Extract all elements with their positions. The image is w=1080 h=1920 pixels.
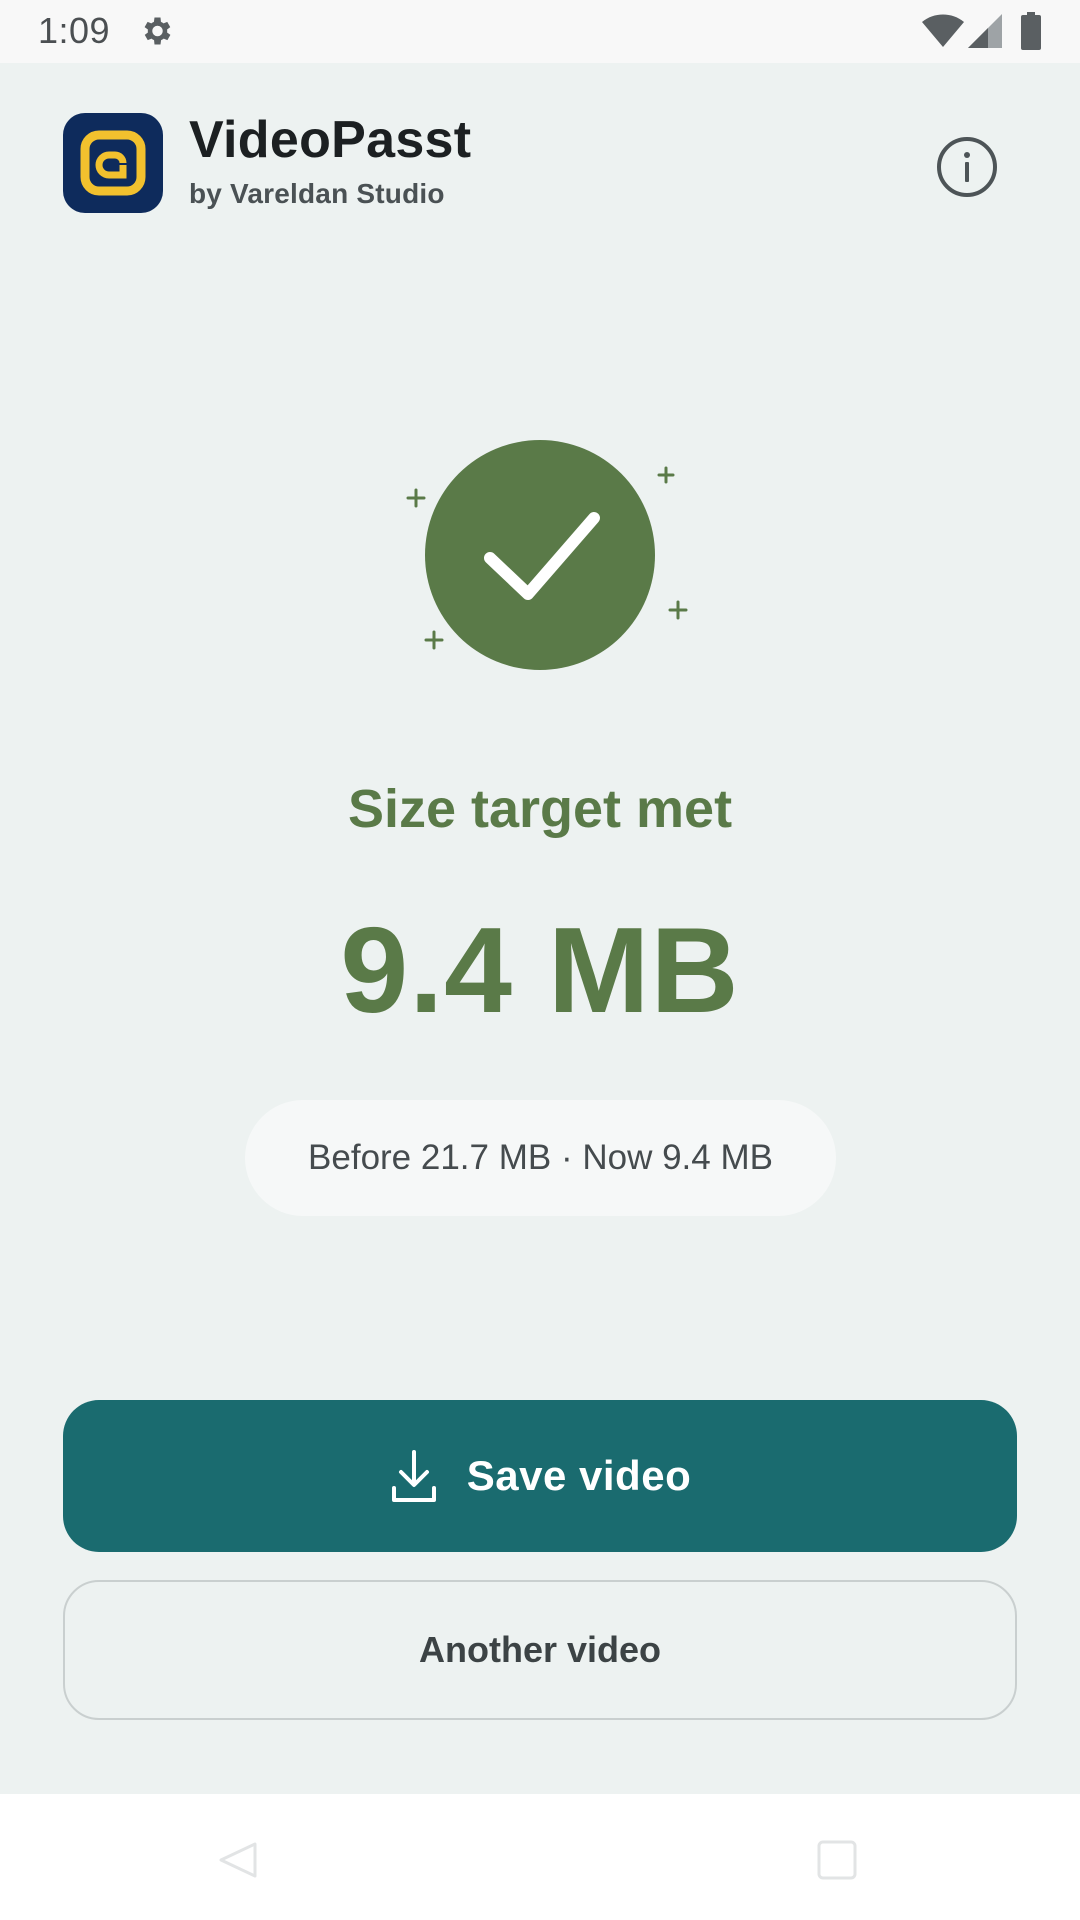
- status-time: 1:09: [38, 10, 111, 51]
- app-title: VideoPasst: [189, 111, 472, 169]
- navigation-bar: [0, 1794, 1080, 1920]
- signal-icon: [968, 14, 1002, 48]
- result-size: 9.4 MB: [340, 902, 740, 1038]
- app-logo-icon: [80, 130, 146, 196]
- another-video-label: Another video: [418, 1629, 661, 1670]
- gear-icon: [144, 17, 171, 45]
- info-button[interactable]: [928, 128, 1006, 206]
- result-title: Size target met: [347, 779, 733, 839]
- another-video-button[interactable]: Another video: [63, 1580, 1017, 1720]
- save-video-label: Save video: [466, 1452, 692, 1499]
- status-bar: 1:09: [0, 0, 1080, 63]
- wifi-icon: [922, 14, 964, 47]
- check-circle-icon: [406, 440, 688, 670]
- app-developer: by Vareldan Studio: [189, 178, 445, 209]
- download-icon: [391, 1450, 436, 1502]
- info-icon: [937, 137, 997, 197]
- app-logo: [63, 113, 163, 213]
- save-video-button[interactable]: Save video: [63, 1400, 1017, 1552]
- home-icon[interactable]: [815, 1838, 859, 1882]
- back-icon[interactable]: [215, 1838, 259, 1882]
- battery-icon: [1021, 12, 1041, 50]
- size-comparison: Before 21.7 MB · Now 9.4 MB: [245, 1100, 836, 1216]
